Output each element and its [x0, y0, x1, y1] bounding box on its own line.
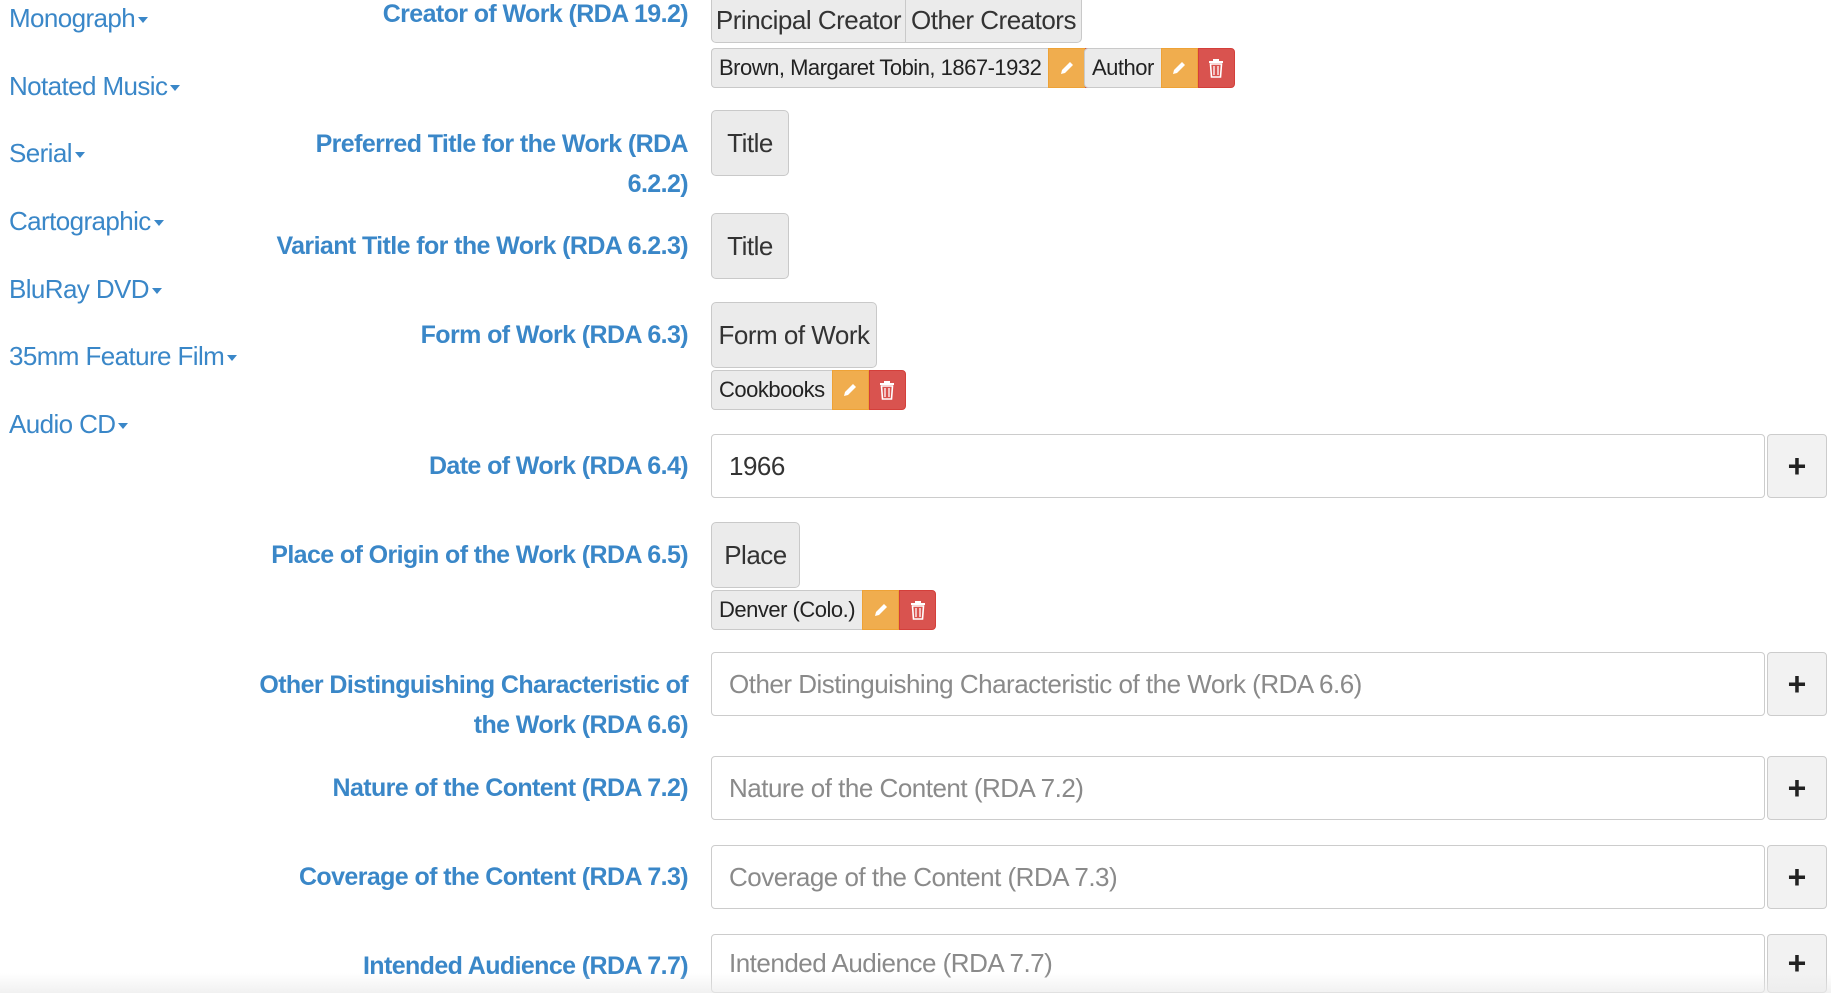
pencil-icon [1060, 62, 1073, 74]
sidebar-item-label: Audio CD [9, 409, 116, 439]
intended-audience-label: Intended Audience (RDA 7.7) [362, 952, 689, 980]
sidebar-item-label: 35mm Feature Film [9, 341, 225, 371]
form-of-work-chip: Cookbooks [711, 370, 906, 410]
edit-button[interactable] [862, 590, 900, 630]
sidebar-item-monograph[interactable]: Monograph [9, 3, 149, 33]
other-distinguishing-input[interactable] [711, 652, 1765, 716]
form-of-work-label: Form of Work (RDA 6.3) [420, 321, 689, 349]
add-date-button[interactable]: + [1767, 434, 1827, 498]
add-intended-audience-button[interactable]: + [1767, 934, 1827, 993]
title-button[interactable]: Title [711, 110, 789, 176]
other-distinguishing-label: Other Distinguishing Characteristic of t… [259, 665, 688, 745]
form-of-work-button[interactable]: Form of Work [711, 302, 877, 368]
trash-icon [880, 381, 895, 400]
creator-role-chip: Author [1084, 48, 1235, 88]
sidebar-item-serial[interactable]: Serial [9, 138, 85, 168]
caret-down-icon [151, 288, 162, 295]
place-of-origin-label: Place of Origin of the Work (RDA 6.5) [271, 541, 688, 569]
sidebar-item-bluray-dvd[interactable]: BluRay DVD [9, 274, 162, 304]
nature-of-content-input[interactable] [711, 756, 1765, 820]
coverage-of-content-label: Coverage of the Content (RDA 7.3) [298, 863, 689, 891]
chip-label: Brown, Margaret Tobin, 1867-1932 [711, 48, 1049, 88]
edit-button[interactable] [1160, 48, 1198, 88]
sidebar-item-label: Monograph [9, 3, 136, 33]
plus-icon: + [1787, 665, 1807, 702]
date-of-work-input[interactable] [711, 434, 1765, 498]
delete-button[interactable] [899, 590, 937, 630]
date-of-work-label: Date of Work (RDA 6.4) [428, 452, 689, 480]
pencil-icon [874, 604, 887, 616]
variant-title-label: Variant Title for the Work (RDA 6.2.3) [276, 232, 688, 260]
plus-icon: + [1787, 447, 1807, 484]
edit-button[interactable] [831, 370, 869, 410]
sidebar-item-label: BluRay DVD [9, 274, 150, 304]
intended-audience-input[interactable] [711, 934, 1765, 993]
sidebar-item-label: Serial [9, 138, 72, 168]
sidebar-item-audio-cd[interactable]: Audio CD [9, 409, 129, 439]
creator-chip: Brown, Margaret Tobin, 1867-1932 [711, 48, 1123, 88]
add-coverage-of-content-button[interactable]: + [1767, 845, 1827, 909]
caret-down-icon [153, 220, 164, 227]
principal-creator-button[interactable]: Principal Creator [711, 0, 906, 43]
sidebar-item-label: Cartographic [9, 206, 151, 236]
trash-icon [1209, 59, 1224, 78]
sidebar-item-label: Notated Music [9, 71, 168, 101]
chip-label: Author [1084, 48, 1161, 88]
preferred-title-label: Preferred Title for the Work (RDA 6.2.2) [315, 124, 689, 204]
caret-down-icon [118, 423, 129, 430]
pencil-icon [1173, 62, 1186, 74]
caret-down-icon [138, 17, 149, 24]
plus-icon: + [1787, 769, 1807, 806]
label-line: 6.2.2) [627, 170, 689, 198]
other-creators-button[interactable]: Other Creators [906, 0, 1082, 43]
sidebar-item-cartographic[interactable]: Cartographic [9, 206, 164, 236]
chip-label: Denver (Colo.) [711, 590, 863, 630]
label-line: the Work (RDA 6.6) [473, 711, 689, 739]
delete-button[interactable] [1197, 48, 1235, 88]
plus-icon: + [1787, 858, 1807, 895]
nature-of-content-label: Nature of the Content (RDA 7.2) [332, 774, 689, 802]
label-line: Other Distinguishing Characteristic of [259, 671, 688, 699]
place-button[interactable]: Place [711, 522, 800, 588]
variant-title-button[interactable]: Title [711, 213, 789, 279]
delete-button[interactable] [868, 370, 906, 410]
caret-down-icon [74, 152, 85, 159]
caret-down-icon [170, 85, 181, 92]
place-chip: Denver (Colo.) [711, 590, 937, 630]
sidebar-item-notated-music[interactable]: Notated Music [9, 71, 181, 101]
trash-icon [910, 601, 925, 620]
coverage-of-content-input[interactable] [711, 845, 1765, 909]
chip-label: Cookbooks [711, 370, 832, 410]
edit-button[interactable] [1048, 48, 1086, 88]
creator-label: Creator of Work (RDA 19.2) [382, 0, 689, 28]
add-other-distinguishing-button[interactable]: + [1767, 652, 1827, 716]
label-line: Preferred Title for the Work (RDA [315, 130, 689, 158]
sidebar-item-35mm-feature-film[interactable]: 35mm Feature Film [9, 341, 238, 371]
plus-icon: + [1787, 945, 1807, 981]
pencil-icon [844, 384, 857, 396]
add-nature-of-content-button[interactable]: + [1767, 756, 1827, 820]
caret-down-icon [227, 355, 238, 362]
